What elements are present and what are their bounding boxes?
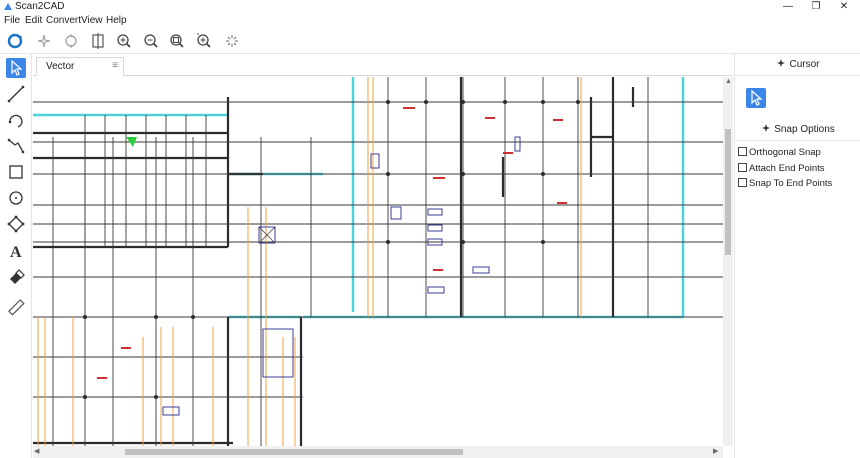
cursor-mode-button[interactable]	[746, 88, 766, 108]
checkbox-box[interactable]	[738, 147, 747, 156]
close-button[interactable]: ✕	[830, 0, 858, 14]
split-icon[interactable]	[88, 32, 108, 50]
zoom-all-icon[interactable]	[194, 32, 214, 50]
arc-icon[interactable]	[6, 110, 26, 130]
circle-select-icon[interactable]	[61, 32, 81, 50]
scroll-right-arrow-icon[interactable]: ▶	[713, 447, 718, 457]
snap-options-label: Snap Options	[774, 124, 835, 135]
cursor-header: Cursor	[735, 54, 860, 76]
menu-file[interactable]: File	[4, 14, 20, 28]
menu-convert[interactable]: Convert	[46, 14, 81, 28]
main-toolbar	[0, 28, 860, 54]
document-tab-bar: Vector ≡	[33, 56, 733, 76]
menu-view[interactable]: View	[81, 14, 103, 28]
properties-panel: Cursor Snap Options Orthogonal Snap Atta…	[734, 54, 860, 458]
menu-edit[interactable]: Edit	[25, 14, 42, 28]
spinner-icon[interactable]	[222, 32, 242, 50]
attach-end-points-checkbox[interactable]: Attach End Points	[738, 163, 825, 177]
vector-drawing-canvas[interactable]	[33, 77, 723, 446]
checkbox-box[interactable]	[738, 178, 747, 187]
sparkle-icon[interactable]	[35, 32, 55, 50]
checkbox-label: Snap To End Points	[749, 178, 833, 189]
refresh-icon[interactable]	[5, 32, 25, 50]
snap-options-header: Snap Options	[735, 119, 860, 141]
cursor-settings-icon	[777, 59, 786, 67]
title-bar: Scan2CAD — ❐ ✕	[0, 0, 860, 14]
cyan-outline-walls	[33, 77, 685, 319]
orthogonal-snap-checkbox[interactable]: Orthogonal Snap	[738, 147, 821, 161]
horizontal-scrollbar[interactable]: ◀ ▶	[33, 446, 723, 458]
text-icon[interactable]: A	[6, 241, 26, 261]
line-icon[interactable]	[6, 84, 26, 104]
minimize-button[interactable]: —	[774, 0, 802, 14]
cursor-header-label: Cursor	[789, 59, 820, 70]
snap-settings-icon	[762, 124, 771, 132]
ruler-icon[interactable]	[6, 297, 26, 317]
zoom-in-icon[interactable]	[114, 32, 134, 50]
vertical-scroll-thumb[interactable]	[725, 129, 731, 255]
tab-vector[interactable]: Vector ≡	[36, 57, 124, 76]
checkbox-box[interactable]	[738, 163, 747, 172]
tab-vector-label: Vector	[46, 61, 75, 72]
window-title: Scan2CAD	[15, 1, 65, 12]
maximize-button[interactable]: ❐	[802, 0, 830, 14]
red-label-marks	[97, 107, 567, 379]
scroll-up-arrow-icon[interactable]: ▲	[725, 77, 732, 87]
grid-nodes	[83, 100, 580, 399]
equipment-boxes	[162, 136, 521, 416]
svg-text:A: A	[10, 244, 22, 261]
drawing-tools-panel: A	[0, 54, 32, 458]
menu-bar: File Edit Convert View Help	[0, 14, 860, 28]
rectangle-icon[interactable]	[6, 162, 26, 182]
zoom-fit-icon[interactable]	[167, 32, 187, 50]
snap-to-end-points-checkbox[interactable]: Snap To End Points	[738, 178, 832, 192]
checkbox-label: Attach End Points	[749, 163, 825, 174]
scroll-left-arrow-icon[interactable]: ◀	[34, 447, 39, 457]
eraser-icon[interactable]	[6, 267, 26, 287]
checkbox-label: Orthogonal Snap	[749, 147, 821, 158]
vertical-scrollbar[interactable]: ▲	[723, 77, 733, 446]
horizontal-scroll-thumb[interactable]	[125, 449, 463, 455]
select-pointer-icon[interactable]	[6, 58, 26, 78]
canvas-area: Vector ≡ ▲ ◀ ▶	[33, 56, 733, 458]
node-edit-icon[interactable]	[6, 214, 26, 234]
pointer-icon	[751, 89, 763, 106]
app-logo-icon	[4, 3, 12, 10]
polyline-icon[interactable]	[6, 136, 26, 156]
zoom-out-icon[interactable]	[141, 32, 161, 50]
menu-help[interactable]: Help	[106, 14, 127, 28]
floor-plan-drawing	[33, 77, 723, 446]
circle-icon[interactable]	[6, 188, 26, 208]
tab-menu-icon[interactable]: ≡	[112, 60, 118, 71]
